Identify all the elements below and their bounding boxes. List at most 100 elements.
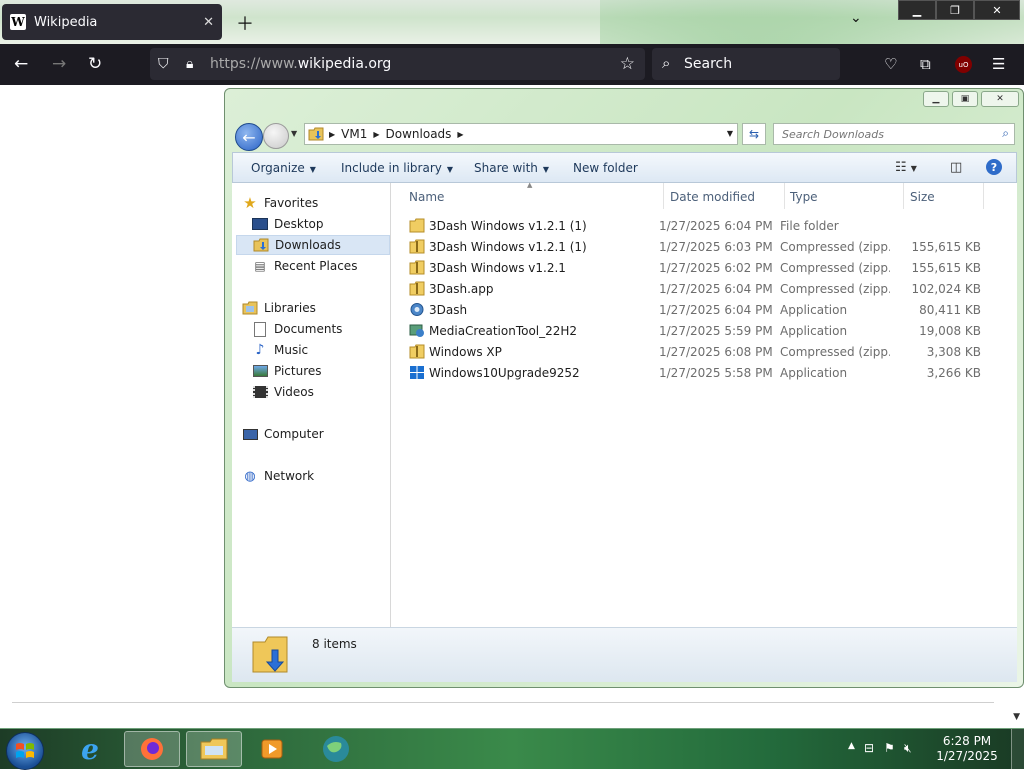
taskbar-file-explorer[interactable] [186,731,242,767]
file-name: MediaCreationTool_22H2 [429,324,578,338]
restore-icon[interactable]: ❐ [936,0,974,20]
navigation-pane: ★ Favorites Desktop Downloads ▤ Recent P… [232,183,391,627]
explorer-close-icon[interactable]: ✕ [981,91,1019,107]
url-text[interactable]: https://www.wikipedia.org [210,56,391,72]
column-header-date[interactable]: Date modified [670,190,755,204]
nav-desktop[interactable]: Desktop [252,214,390,234]
file-row[interactable]: 3Dash Windows v1.2.1 (1) 1/27/2025 6:04 … [403,216,1003,236]
extensions-puzzle-icon[interactable]: ⧉ [920,55,931,73]
file-row[interactable]: 3Dash Windows v1.2.1 1/27/2025 6:02 PM C… [403,258,1003,278]
organize-button[interactable]: Organize ▼ [251,161,316,175]
file-name: Windows10Upgrade9252 [429,366,580,380]
file-row[interactable]: 3Dash Windows v1.2.1 (1) 1/27/2025 6:03 … [403,237,1003,257]
share-with-button[interactable]: Share with ▼ [474,161,549,175]
nav-recent-places[interactable]: ▤ Recent Places [252,256,390,276]
file-row[interactable]: Windows XP 1/27/2025 6:08 PM Compressed … [403,342,1003,362]
ublock-origin-icon[interactable]: uO [955,56,972,73]
minimize-icon[interactable]: ▁ [898,0,936,20]
url-bar[interactable]: ⛉ 🔒︎ https://www.wikipedia.org ☆ [150,48,645,80]
nav-videos[interactable]: Videos [252,382,390,402]
nav-pictures[interactable]: Pictures [252,361,390,381]
breadcrumb-downloads[interactable]: Downloads [386,127,452,141]
refresh-icon[interactable]: ⇆ [742,123,766,145]
column-divider[interactable] [983,183,984,209]
breadcrumb-separator-icon[interactable]: ▶ [457,130,463,139]
downloads-folder-icon [308,127,324,141]
nav-network[interactable]: ◍ Network [242,466,400,486]
include-in-library-button[interactable]: Include in library ▼ [341,161,453,175]
taskbar-media-player[interactable] [244,731,300,767]
browser-search-box[interactable]: ⌕ Search [652,48,840,80]
preview-pane-icon[interactable]: ◫ [950,160,962,175]
search-downloads-box[interactable]: ⌕ [773,123,1015,145]
breadcrumb-separator-icon[interactable]: ▶ [329,130,335,139]
clock[interactable]: 6:28 PM 1/27/2025 [932,734,1002,764]
column-header-size[interactable]: Size [910,190,935,204]
film-strip-icon [252,385,268,399]
explorer-maximize-icon[interactable]: ▣ [952,91,978,107]
taskbar-firefox[interactable] [124,731,180,767]
nav-downloads[interactable]: Downloads [236,235,390,255]
breadcrumb-vm1[interactable]: VM1 [341,127,367,141]
new-tab-icon[interactable]: ＋ [236,10,254,36]
help-icon[interactable]: ? [986,159,1002,175]
nav-documents[interactable]: Documents [252,319,390,339]
column-header-name[interactable]: Name [409,190,444,204]
column-divider[interactable] [663,183,664,209]
hamburger-menu-icon[interactable]: ☰ [992,55,1005,73]
nav-libraries[interactable]: Libraries [242,298,400,318]
gear-app-icon [410,303,424,316]
lock-icon[interactable]: 🔒︎ [186,56,193,72]
search-downloads-input[interactable] [780,127,984,142]
new-folder-button[interactable]: New folder [573,161,638,175]
explorer-back-icon[interactable]: ← [235,123,263,151]
desktop-icon [252,217,268,231]
tracking-shield-icon[interactable]: ⛉ [158,56,169,72]
column-divider[interactable] [784,183,785,209]
nav-downloads-label: Downloads [275,238,341,252]
column-divider[interactable] [903,183,904,209]
address-dropdown-icon[interactable]: ▼ [727,129,733,138]
file-row[interactable]: 3Dash.app 1/27/2025 6:04 PM Compressed (… [403,279,1003,299]
search-icon[interactable]: ⌕ [1002,126,1009,141]
start-button[interactable] [6,732,44,770]
include-in-library-label: Include in library [341,161,442,175]
breadcrumb: ▶ VM1 ▶ Downloads ▶ [329,127,464,141]
back-arrow-icon[interactable]: ← [14,54,28,74]
show-desktop-button[interactable] [1011,729,1024,769]
globe-icon [323,736,349,762]
action-center-flag-icon[interactable]: ⚑ [884,741,895,755]
network-globe-icon: ◍ [244,468,256,484]
explorer-address-bar[interactable]: ▶ VM1 ▶ Downloads ▶ ▼ [304,123,738,145]
explorer-minimize-icon[interactable]: ▁ [923,91,949,107]
tab-close-icon[interactable]: ✕ [203,15,214,30]
file-row[interactable]: 3Dash 1/27/2025 6:04 PM Application 80,4… [403,300,1003,320]
change-view-icon[interactable]: ☷ ▼ [895,160,917,175]
list-tabs-chevron-icon[interactable]: ⌄ [850,10,862,26]
breadcrumb-separator-icon[interactable]: ▶ [373,130,379,139]
file-row[interactable]: Windows10Upgrade9252 1/27/2025 5:58 PM A… [403,363,1003,383]
taskbar-globe-app[interactable] [308,731,364,767]
nav-music[interactable]: ♪ Music [252,340,390,360]
taskbar-internet-explorer[interactable]: e [62,731,118,767]
file-row[interactable]: MediaCreationTool_22H2 1/27/2025 5:59 PM… [403,321,1003,341]
bookmark-star-icon[interactable]: ☆ [620,54,635,74]
reload-icon[interactable]: ↻ [88,54,102,74]
recent-pages-dropdown-icon[interactable]: ▼ [291,129,297,138]
nav-computer[interactable]: Computer [242,424,400,444]
browser-tab-wikipedia[interactable]: W Wikipedia ✕ [2,4,222,40]
window-close-icon[interactable]: ✕ [974,0,1020,20]
nav-favorites[interactable]: ★ Favorites [242,193,400,213]
forward-arrow-icon[interactable]: → [52,54,66,74]
pocket-icon[interactable]: ♡ [884,55,897,73]
sort-ascending-icon: ▲ [527,181,533,189]
explorer-forward-icon[interactable] [263,123,289,149]
show-hidden-icons-icon[interactable]: ▲ [848,741,855,751]
page-scroll-down-icon[interactable]: ▼ [1013,712,1020,722]
search-icon: ⌕ [662,54,671,72]
file-date: 1/27/2025 6:08 PM [659,345,773,359]
url-domain: wikipedia.org [297,56,392,72]
volume-muted-icon[interactable]: 🔇︎ [904,741,912,756]
column-header-type[interactable]: Type [790,190,818,204]
network-status-icon[interactable]: ⊟ [864,741,874,755]
